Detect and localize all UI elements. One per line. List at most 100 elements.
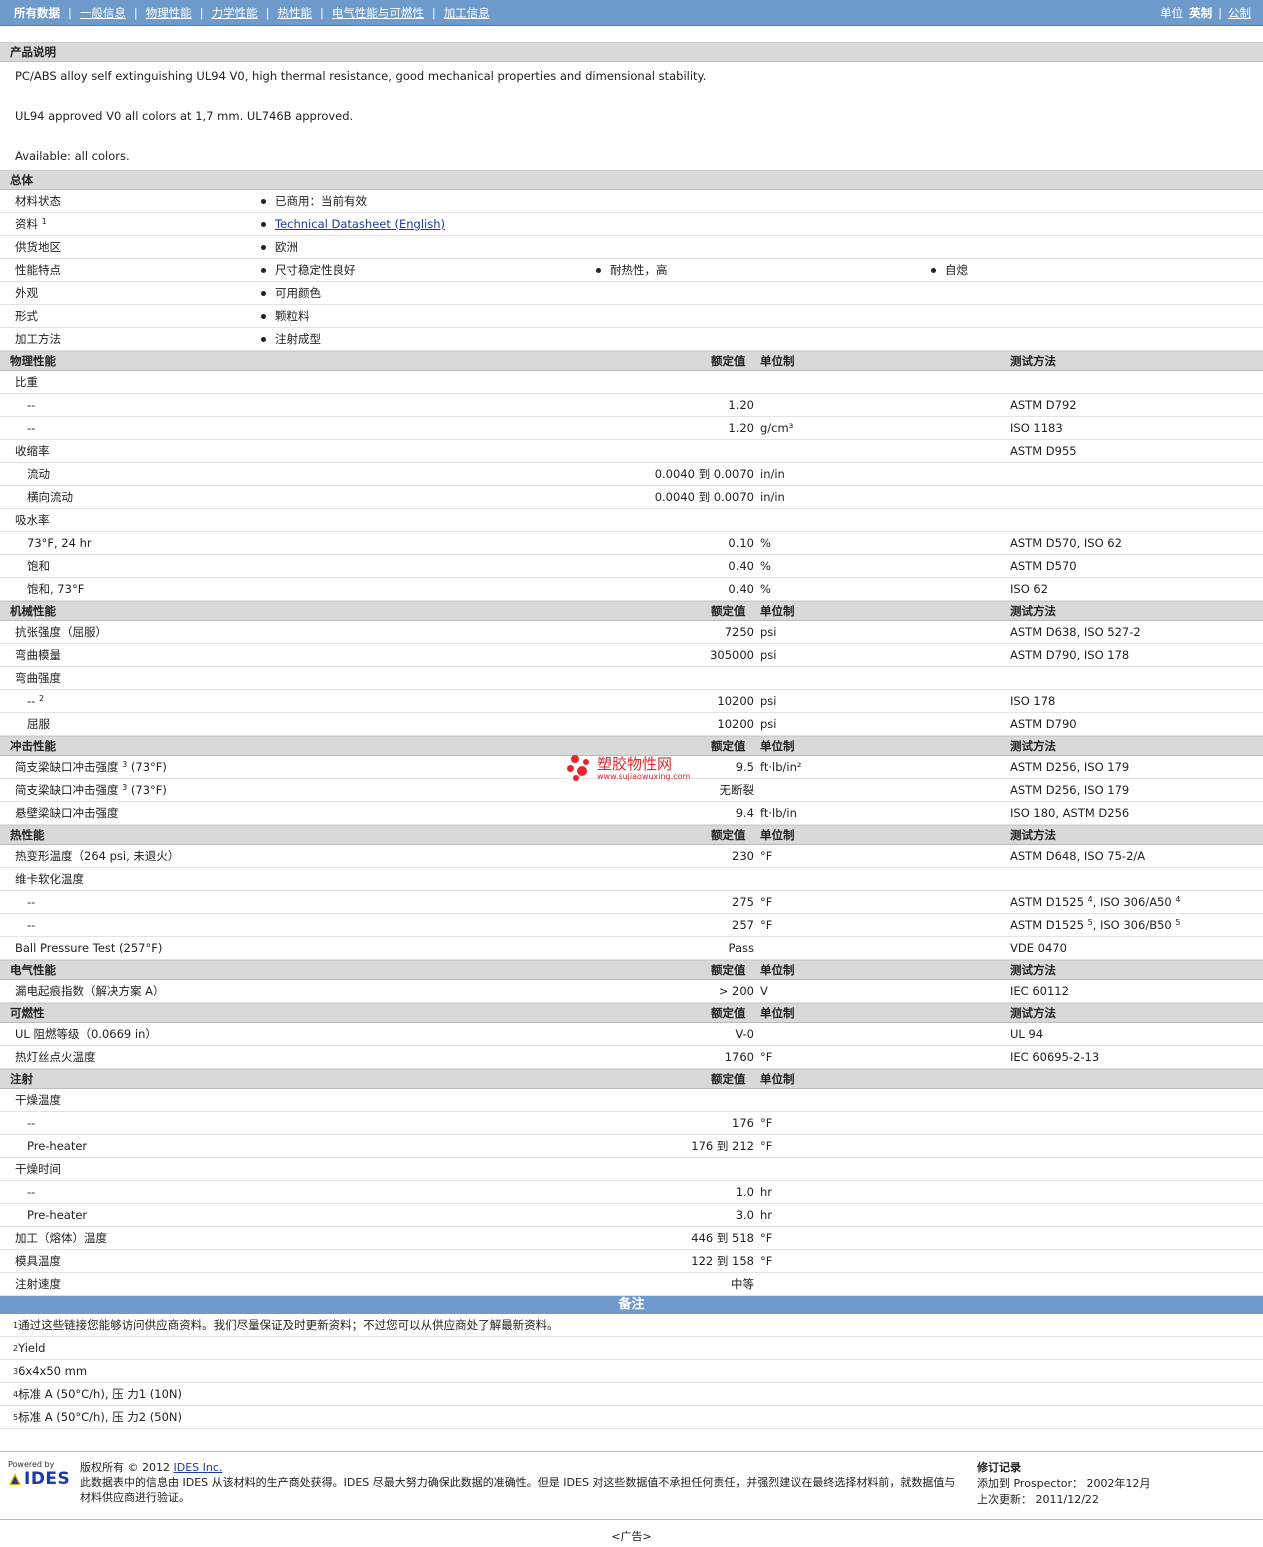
property-label: 饱和, 73°F — [27, 582, 85, 596]
section-header: 物理性能 额定值 单位制 测试方法 — [0, 351, 1263, 371]
property-value: 275 — [732, 895, 754, 909]
watermark-logo: 塑胶物性网 www.sujiaowuxing.com — [567, 753, 690, 783]
value-text: 自熄 — [945, 263, 968, 277]
powered-by-text: Powered by — [8, 1460, 55, 1469]
test-method: VDE 0470 — [1010, 941, 1067, 955]
property-value: 9.4 — [735, 806, 754, 820]
ides-link[interactable]: IDES Inc. — [173, 1461, 222, 1474]
property-row: 热变形温度（264 psi, 未退火） 230 °F ASTM D648, ISO 7… — [0, 845, 1263, 868]
property-unit: psi — [760, 694, 777, 708]
test-method: ASTM D790 — [1010, 717, 1077, 731]
property-unit: °F — [760, 1050, 773, 1064]
column-header-test: 测试方法 — [1010, 828, 1056, 842]
nav-tab[interactable]: 电气性能与可燃性 — [324, 5, 432, 21]
section-title: 冲击性能 — [10, 739, 56, 753]
bullet-value: 颗粒料 — [261, 308, 310, 324]
ides-logo: Powered by IDES — [8, 1460, 72, 1519]
nav-tab[interactable]: 一般信息 — [72, 5, 134, 21]
test-method: ASTM D256, ISO 179 — [1010, 760, 1130, 774]
property-label: 弯曲强度 — [15, 671, 61, 685]
general-row: 供货地区 欧洲 — [0, 236, 1263, 259]
product-description: PC/ABS alloy self extinguishing UL94 V0,… — [0, 62, 1263, 170]
notes-list: 1 通过这些链接您能够访问供应商资料。我们尽量保证及时更新资料；不过您可以从供应… — [0, 1314, 1263, 1429]
property-unit: in/in — [760, 467, 785, 481]
property-row: 悬壁梁缺口冲击强度 9.4 ft·lb/in ISO 180, ASTM D256 — [0, 802, 1263, 825]
property-label: 热变形温度（264 psi, 未退火） — [15, 849, 180, 863]
test-method: ISO 178 — [1010, 694, 1056, 708]
section-title: 热性能 — [10, 828, 45, 842]
property-label: 73°F, 24 hr — [27, 536, 92, 550]
unit-switcher: 单位 英制 | 公制 — [1160, 5, 1251, 21]
watermark-url: www.sujiaowuxing.com — [597, 771, 691, 781]
bullet-value: 尺寸稳定性良好 — [261, 262, 356, 278]
value-text: 耐热性，高 — [610, 263, 668, 277]
general-row: 材料状态 已商用：当前有效 — [0, 190, 1263, 213]
property-row: -- 257 °F ASTM D1525 5, ISO 306/B50 5 — [0, 914, 1263, 937]
property-unit: °F — [760, 895, 773, 909]
nav-tab[interactable]: 加工信息 — [436, 5, 498, 21]
bullet-icon — [261, 291, 266, 296]
bullet-icon — [261, 314, 266, 319]
description-line: PC/ABS alloy self extinguishing UL94 V0,… — [15, 69, 707, 83]
property-row: 加工（熔体）温度 446 到 518 °F — [0, 1227, 1263, 1250]
section-title: 注射 — [10, 1072, 33, 1086]
property-row: 收缩率 ASTM D955 — [0, 440, 1263, 463]
nav-tab[interactable]: 热性能 — [270, 5, 321, 21]
copyright-block: 版权所有 © 2012 IDES Inc. 此数据表中的信息由 IDES 从该材… — [80, 1460, 960, 1519]
property-unit: % — [760, 536, 771, 550]
property-row: 饱和, 73°F 0.40% ISO 62 — [0, 578, 1263, 601]
property-sections: 物理性能 额定值 单位制 测试方法 比重 -- 1.20 ASTM D792 -- 1.20 g/c… — [0, 351, 1263, 1296]
value-text: 尺寸稳定性良好 — [275, 263, 356, 277]
footnote-ref: 4 — [1175, 895, 1181, 904]
property-row: 热灯丝点火温度 1760 °F IEC 60695-2-13 — [0, 1046, 1263, 1069]
footnote-ref: 4 — [1087, 895, 1093, 904]
nav-tab[interactable]: 所有数据 — [12, 5, 68, 21]
property-row: -- 1.20 g/cm³ ISO 1183 — [0, 417, 1263, 440]
row-label: 加工方法 — [15, 332, 61, 346]
nav-tab[interactable]: 力学性能 — [204, 5, 266, 21]
top-nav: 所有数据 | 一般信息 | 物理性能 | 力学性能 | 热性能 | 电气性能与可燃性 | 加工信息 单位… — [0, 0, 1263, 26]
row-label: 供货地区 — [15, 240, 61, 254]
property-value: 10200 — [717, 694, 754, 708]
datasheet-link[interactable]: Technical Datasheet (English) — [275, 217, 445, 231]
property-label: 注射速度 — [15, 1277, 61, 1291]
copyright-text: 版权所有 © 2012 — [80, 1461, 174, 1474]
property-row: -- 1.0 hr — [0, 1181, 1263, 1204]
footnote-ref: 2 — [38, 694, 45, 703]
property-unit: hr — [760, 1185, 773, 1199]
revision-title: 修订记录 — [977, 1461, 1021, 1474]
updated-label: 上次更新： — [977, 1493, 1032, 1506]
property-row: 73°F, 24 hr 0.10% ASTM D570, ISO 62 — [0, 532, 1263, 555]
property-label: 漏电起痕指数（解决方案 A） — [15, 984, 165, 998]
property-row: -- 1.20 ASTM D792 — [0, 394, 1263, 417]
general-row: 外观 可用颜色 — [0, 282, 1263, 305]
column-header-unit: 单位制 — [760, 828, 795, 842]
property-value: 10200 — [717, 717, 754, 731]
property-value: 0.40 — [728, 559, 754, 573]
nav-tab[interactable]: 物理性能 — [138, 5, 200, 21]
unit-metric[interactable]: 公制 — [1228, 5, 1251, 21]
property-label: Ball Pressure Test (257°F) — [15, 941, 163, 955]
footnote-ref: 3 — [122, 783, 128, 792]
section-header: 热性能 额定值 单位制 测试方法 — [0, 825, 1263, 845]
ad-placeholder[interactable]: <广告> — [0, 1519, 1263, 1547]
bullet-icon — [261, 268, 266, 273]
units-label: 单位 — [1160, 5, 1184, 20]
property-row: 漏电起痕指数（解决方案 A） > 200 V IEC 60112 — [0, 980, 1263, 1003]
property-row: -- 2 10200 psi ISO 178 — [0, 690, 1263, 713]
note-text: 标准 A (50°C/h), 压 力1 (10N) — [18, 1387, 182, 1401]
footnote-ref: 5 — [1087, 918, 1093, 927]
property-label: 模具温度 — [15, 1254, 61, 1268]
property-row: 屈服 10200 psi ASTM D790 — [0, 713, 1263, 736]
property-label: Pre-heater — [27, 1208, 88, 1222]
section-header-description: 产品说明 — [0, 42, 1263, 62]
test-method: ISO 62 — [1010, 582, 1049, 596]
property-label: 屈服 — [27, 717, 50, 731]
property-row: -- 275 °F ASTM D1525 4, ISO 306/A50 4 — [0, 891, 1263, 914]
updated-value: 2011/12/22 — [1035, 1493, 1099, 1506]
note-text: 标准 A (50°C/h), 压 力2 (50N) — [18, 1410, 182, 1424]
unit-imperial[interactable]: 英制 — [1189, 5, 1212, 21]
property-row: 饱和 0.40% ASTM D570 — [0, 555, 1263, 578]
bullet-value: 自熄 — [931, 262, 968, 278]
column-header-test: 测试方法 — [1010, 739, 1056, 753]
